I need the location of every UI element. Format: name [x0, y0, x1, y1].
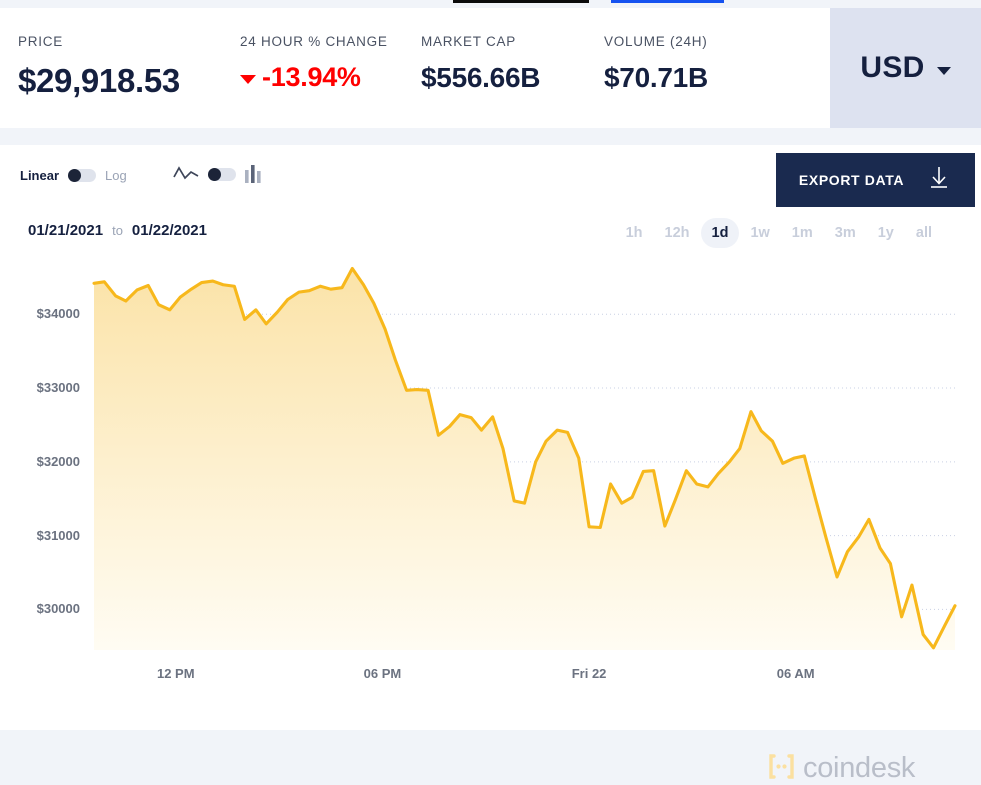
stat-market-cap-label: MARKET CAP: [421, 34, 604, 49]
date-range: 01/21/2021 to 01/22/2021: [28, 222, 207, 239]
bar-chart-icon[interactable]: [245, 165, 262, 183]
chart-toolbar: Linear Log E: [0, 145, 981, 210]
scale-toggle-knob: [68, 169, 81, 182]
currency-selector-value: USD: [860, 51, 924, 85]
period-item-12h[interactable]: 12h: [654, 218, 701, 248]
period-item-1w[interactable]: 1w: [739, 218, 780, 248]
y-tick-label: $31000: [8, 528, 80, 543]
stat-price-label: PRICE: [18, 34, 240, 49]
y-tick-label: $33000: [8, 380, 80, 395]
coindesk-logo-icon: [768, 753, 795, 785]
coindesk-watermark: coindesk: [768, 752, 915, 785]
period-item-1h[interactable]: 1h: [615, 218, 654, 248]
date-range-row: 01/21/2021 to 01/22/2021 1h12h1d1w1m3m1y…: [0, 210, 981, 260]
period-selector: 1h12h1d1w1m3m1yall: [615, 218, 943, 248]
period-item-3m[interactable]: 3m: [824, 218, 867, 248]
price-chart-card: Linear Log E: [0, 145, 981, 730]
line-chart-icon[interactable]: [173, 165, 199, 183]
tab-strip: [0, 0, 981, 8]
stat-24h-change-label: 24 HOUR % CHANGE: [240, 34, 421, 49]
stat-24h-change-value: -13.94%: [262, 62, 361, 93]
x-tick-label: 12 PM: [136, 666, 216, 681]
stat-volume-24h-value: $70.71B: [604, 62, 812, 94]
stat-price-value: $29,918.53: [18, 62, 240, 100]
stat-volume-24h: VOLUME (24H) $70.71B: [604, 8, 812, 128]
period-item-1y[interactable]: 1y: [867, 218, 905, 248]
y-tick-label: $34000: [8, 306, 80, 321]
x-tick-label: Fri 22: [549, 666, 629, 681]
stat-24h-change-value-wrap: -13.94%: [240, 62, 421, 93]
export-data-label: EXPORT DATA: [799, 172, 904, 188]
y-tick-label: $30000: [8, 601, 80, 616]
scale-toggle-switch[interactable]: [68, 169, 96, 182]
date-range-separator: to: [112, 223, 123, 238]
stat-price: PRICE $29,918.53: [0, 8, 240, 128]
date-range-start[interactable]: 01/21/2021: [28, 222, 103, 239]
coindesk-watermark-text: coindesk: [803, 752, 915, 785]
stat-market-cap-value: $556.66B: [421, 62, 604, 94]
chart-type-toggle-group: [173, 165, 262, 183]
date-range-end[interactable]: 01/22/2021: [132, 222, 207, 239]
tab-indicator-secondary[interactable]: [611, 0, 724, 3]
x-tick-label: 06 AM: [756, 666, 836, 681]
y-tick-label: $32000: [8, 454, 80, 469]
scale-log-label: Log: [105, 168, 127, 183]
market-stats-header: PRICE $29,918.53 24 HOUR % CHANGE -13.94…: [0, 8, 981, 128]
download-icon: [926, 165, 952, 196]
export-data-button[interactable]: EXPORT DATA: [776, 153, 975, 207]
currency-selector-inner: USD: [860, 51, 950, 85]
chart-plot-area[interactable]: $30000 $31000 $32000 $33000 $34000 12 PM 06 P…: [0, 260, 981, 730]
x-tick-label: 06 PM: [342, 666, 422, 681]
tab-indicator-primary[interactable]: [453, 0, 589, 3]
chart-area-fill: [94, 269, 955, 650]
scale-linear-label: Linear: [20, 168, 59, 183]
stat-volume-24h-label: VOLUME (24H): [604, 34, 812, 49]
scale-toggle-group: Linear Log: [20, 168, 127, 183]
chevron-down-icon: [937, 67, 951, 75]
price-line-chart: [0, 260, 981, 730]
caret-down-icon: [240, 75, 256, 84]
stat-24h-change: 24 HOUR % CHANGE -13.94%: [240, 8, 421, 128]
period-item-1d[interactable]: 1d: [701, 218, 740, 248]
currency-selector[interactable]: USD: [830, 8, 981, 128]
stat-market-cap: MARKET CAP $556.66B: [421, 8, 604, 128]
chart-type-toggle-knob: [208, 168, 221, 181]
period-item-all[interactable]: all: [905, 218, 943, 248]
chart-type-toggle-switch[interactable]: [208, 168, 236, 181]
period-item-1m[interactable]: 1m: [781, 218, 824, 248]
